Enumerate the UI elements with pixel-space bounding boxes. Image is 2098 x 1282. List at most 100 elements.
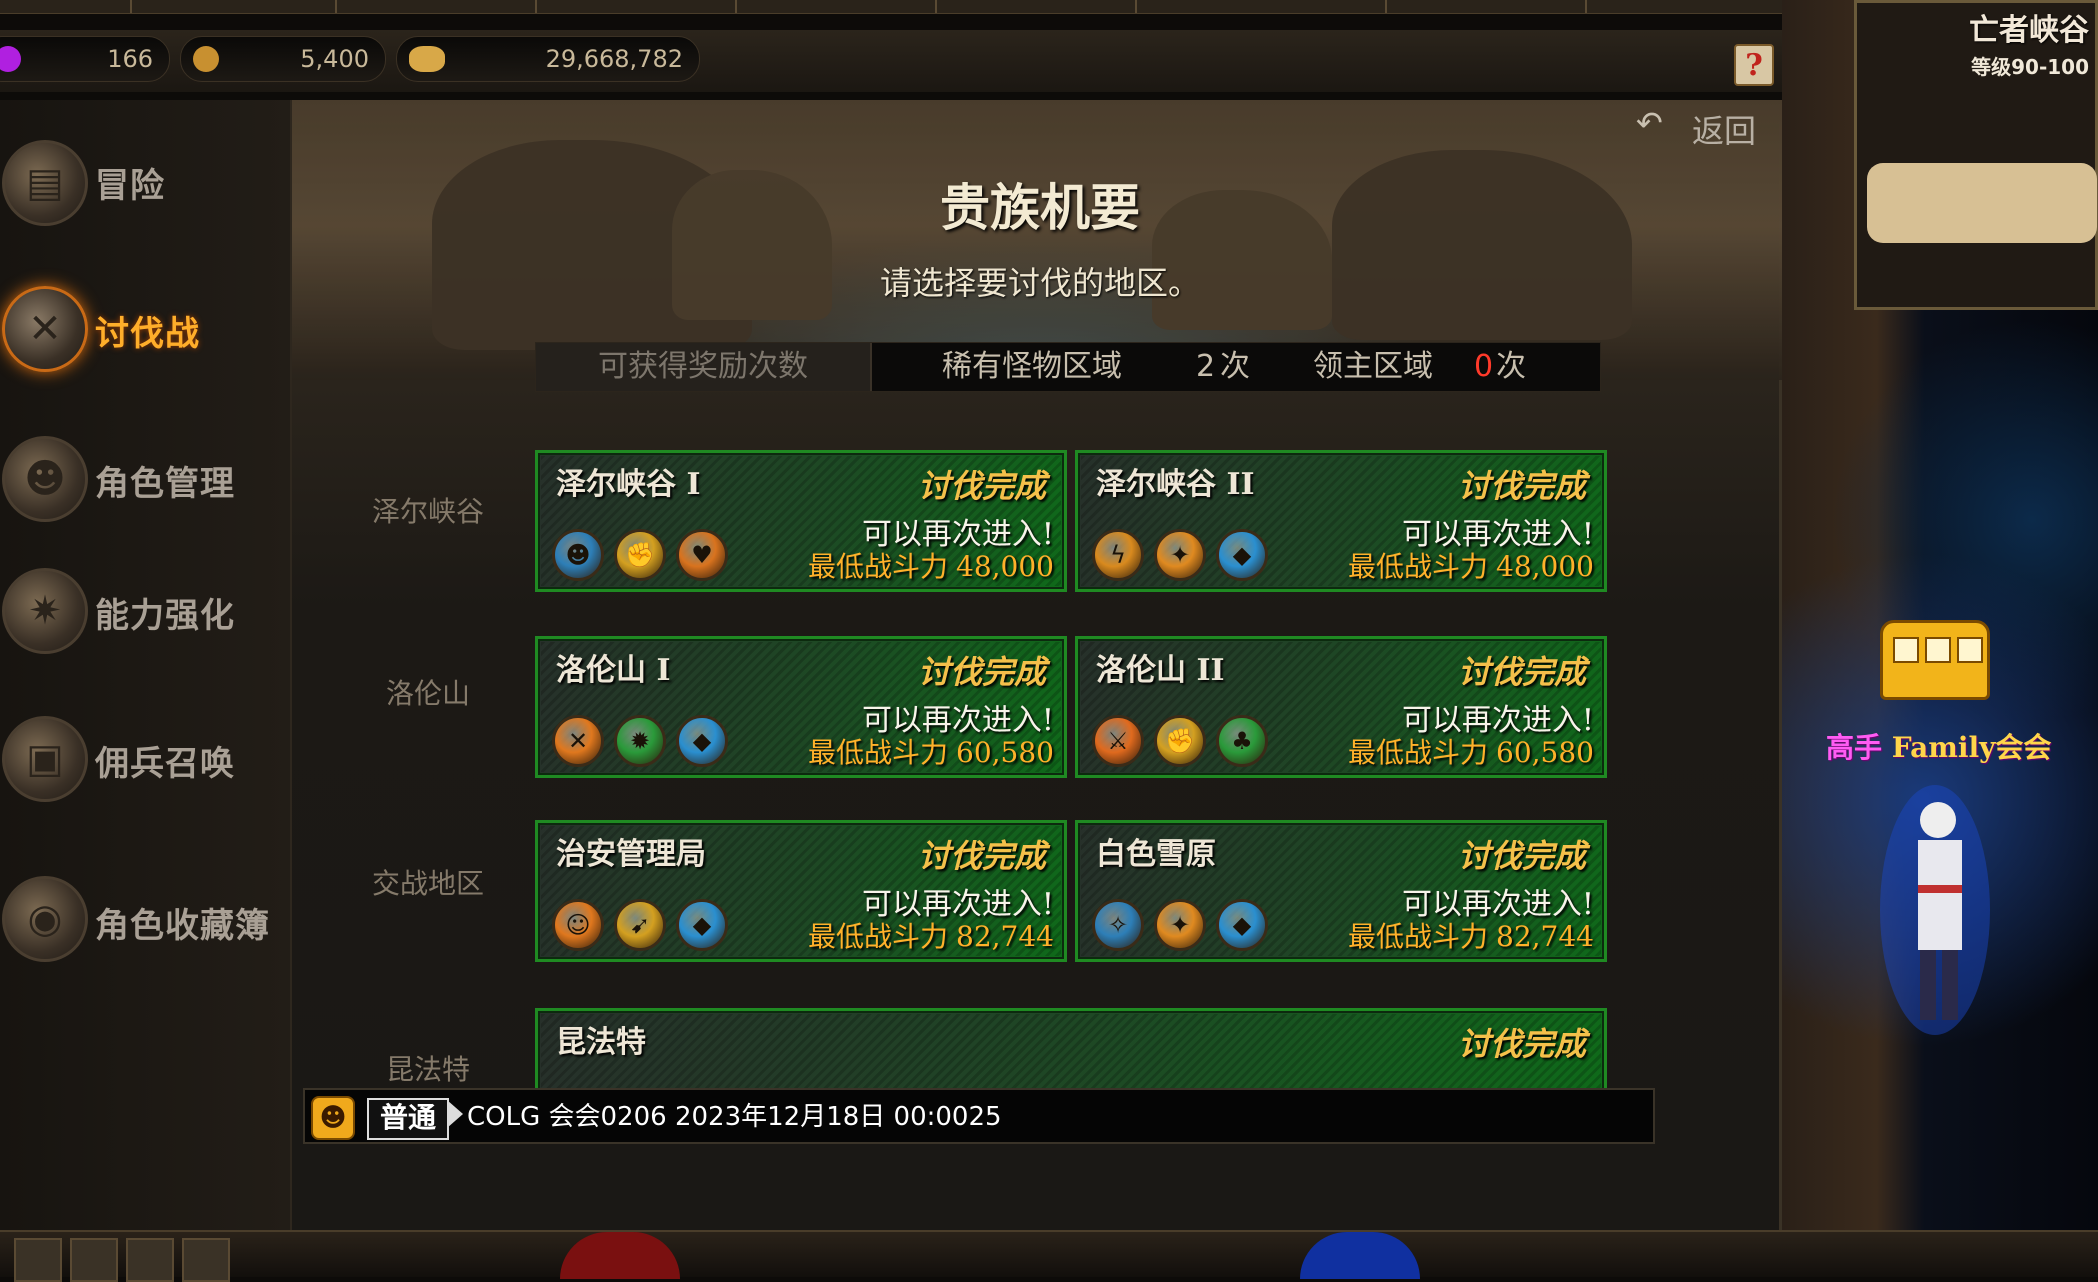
min-power-label: 最低战斗力: [1348, 550, 1489, 583]
back-label: 返回: [1692, 112, 1757, 150]
purple-currency-value: 166: [107, 45, 153, 73]
dungeon-card[interactable]: 洛伦山 I 讨伐完成 可以再次进入! 最低战斗力 60,580 ✕ ✹ ◆: [535, 636, 1067, 778]
card-name: 泽尔峡谷 I: [556, 467, 701, 502]
bus-pet-icon: [1880, 620, 1990, 700]
sidebar-item-collection[interactable]: ◉ 角色收藏簿: [0, 858, 290, 978]
monster-type-icons: ✕ ✹ ◆: [552, 715, 738, 767]
player-name: Family会会: [1891, 731, 2052, 764]
rare-monster-count: 2: [1196, 349, 1216, 384]
sidebar-item-label: 角色收藏簿: [95, 906, 270, 946]
blue-fish-icon[interactable]: ✧: [1092, 899, 1144, 951]
card-status: 讨伐完成: [917, 653, 1046, 691]
card-min-power: 最低战斗力 82,744: [1348, 915, 1594, 955]
hotbar-slot[interactable]: [70, 1238, 118, 1282]
region-label: 昆法特: [385, 1053, 470, 1086]
orange-face-icon[interactable]: ☺: [552, 899, 604, 951]
character-face-icon: ☻: [2, 436, 88, 522]
player-title: 高手: [1826, 731, 1883, 764]
emote-face-icon[interactable]: ☻: [311, 1096, 355, 1140]
sidebar-item-label: 冒险: [95, 166, 165, 206]
dungeon-card[interactable]: 白色雪原 讨伐完成 可以再次进入! 最低战斗力 82,744 ✧ ✦ ◆: [1075, 820, 1607, 962]
hotbar-slot[interactable]: [182, 1238, 230, 1282]
channel-arrow-icon: [447, 1100, 463, 1128]
min-power-label: 最低战斗力: [1348, 920, 1489, 953]
blue-diamond-icon[interactable]: ◆: [676, 715, 728, 767]
sidebar-item-mercenary[interactable]: ▣ 佣兵召唤: [0, 698, 290, 818]
orange-racket-icon[interactable]: ✦: [1154, 529, 1206, 581]
gold-fist-icon[interactable]: ✊: [614, 529, 666, 581]
region-label: 泽尔峡谷: [371, 495, 484, 528]
blue-mask-icon[interactable]: ☻: [552, 529, 604, 581]
lord-area-count: 0: [1474, 349, 1494, 384]
min-power-value: 82,744: [1496, 920, 1594, 953]
sidebar-item-adventure[interactable]: ▤ 冒险: [0, 120, 290, 240]
orange-racket-icon[interactable]: ✦: [1154, 899, 1206, 951]
page-subtitle: 请选择要讨伐的地区。: [879, 264, 1200, 302]
hotbar-slot[interactable]: [14, 1238, 62, 1282]
green-gear-icon[interactable]: ✹: [614, 715, 666, 767]
return-arrow-icon: ↶: [1636, 104, 1663, 142]
card-name: 昆法特: [556, 1025, 646, 1060]
treasure-chest-icon: ▣: [2, 716, 88, 802]
gold-coin-icon: [193, 46, 219, 72]
sidebar-item-label: 能力强化: [95, 596, 235, 636]
card-min-power: 最低战斗力 48,000: [808, 545, 1054, 585]
blue-diamond-icon[interactable]: ◆: [1216, 899, 1268, 951]
help-book-icon[interactable]: ?: [1734, 44, 1774, 86]
monster-type-icons: ϟ ✦ ◆: [1092, 529, 1278, 581]
card-scene-art: [541, 1014, 1601, 1090]
coin-currency-value: 29,668,782: [545, 45, 683, 73]
back-button[interactable]: ↶ 返回: [1636, 104, 1756, 150]
blue-diamond-icon[interactable]: ◆: [676, 899, 728, 951]
chat-channel-selector[interactable]: 普通: [367, 1098, 449, 1140]
crossed-swords-icon[interactable]: ✕: [552, 715, 604, 767]
orange-heart-icon[interactable]: ♥: [676, 529, 728, 581]
currency-bar: 166 5,400 29,668,782: [0, 30, 1800, 92]
gold-claw-icon[interactable]: ϟ: [1092, 529, 1144, 581]
blue-diamond-icon[interactable]: ◆: [1216, 529, 1268, 581]
map-scroll-icon: [1867, 163, 2097, 243]
burst-icon: ✷: [2, 568, 88, 654]
minimap[interactable]: 亡者峡谷 等级90-100: [1854, 0, 2098, 310]
sidebar-item-character-management[interactable]: ☻ 角色管理: [0, 418, 290, 538]
min-power-value: 48,000: [956, 550, 1054, 583]
hotbar-slot[interactable]: [126, 1238, 174, 1282]
minimap-title: 亡者峡谷: [1969, 13, 2089, 48]
card-status: 讨伐完成: [917, 467, 1046, 505]
sword-slash-icon[interactable]: ⚔: [1092, 715, 1144, 767]
reward-count-bar: 可获得奖励次数 稀有怪物区域 2 次 领主区域 0 次: [535, 342, 1601, 392]
dungeon-card[interactable]: 治安管理局 讨伐完成 可以再次进入! 最低战斗力 82,744 ☺ ➹ ◆: [535, 820, 1067, 962]
dungeon-card[interactable]: 昆法特 讨伐完成: [535, 1008, 1607, 1093]
dungeon-card[interactable]: 泽尔峡谷 I 讨伐完成 可以再次进入! 最低战斗力 48,000 ☻ ✊ ♥: [535, 450, 1067, 592]
card-name: 泽尔峡谷 II: [1096, 467, 1255, 502]
min-power-label: 最低战斗力: [808, 736, 949, 769]
min-power-label: 最低战斗力: [808, 550, 949, 583]
gold-boot-icon[interactable]: ➹: [614, 899, 666, 951]
rare-monster-label: 稀有怪物区域: [942, 349, 1122, 384]
dungeon-card[interactable]: 泽尔峡谷 II 讨伐完成 可以再次进入! 最低战斗力 48,000 ϟ ✦ ◆: [1075, 450, 1607, 592]
reward-count-label: 可获得奖励次数: [536, 343, 872, 391]
sidebar-item-enhancement[interactable]: ✷ 能力强化: [0, 550, 290, 670]
card-name: 白色雪原: [1096, 837, 1216, 872]
player-nameplate: 高手 Family会会: [1826, 726, 2051, 766]
min-power-value: 60,580: [1496, 736, 1594, 769]
map-icon: ▤: [2, 140, 88, 226]
card-name: 洛伦山 II: [1096, 653, 1225, 688]
chat-input-text[interactable]: COLG 会会0206 2023年12月18日 00:0025: [467, 1098, 1002, 1136]
sidebar-item-raid[interactable]: ✕ 讨伐战: [0, 268, 290, 388]
min-power-label: 最低战斗力: [808, 920, 949, 953]
sidebar-item-label: 佣兵召唤: [95, 744, 235, 784]
purple-gem-icon: [0, 46, 21, 72]
gold-fist-icon[interactable]: ✊: [1154, 715, 1206, 767]
crossed-swords-icon: ✕: [2, 286, 88, 372]
monster-type-icons: ✧ ✦ ◆: [1092, 899, 1278, 951]
album-icon: ◉: [2, 876, 88, 962]
card-min-power: 最低战斗力 60,580: [1348, 731, 1594, 771]
dungeon-card[interactable]: 洛伦山 II 讨伐完成 可以再次进入! 最低战斗力 60,580 ⚔ ✊ ♣: [1075, 636, 1607, 778]
card-status: 讨伐完成: [1457, 837, 1586, 875]
chat-input-bar[interactable]: ☻ 普通 COLG 会会0206 2023年12月18日 00:0025: [303, 1088, 1655, 1144]
green-club-icon[interactable]: ♣: [1216, 715, 1268, 767]
card-name: 洛伦山 I: [556, 653, 671, 688]
card-status: 讨伐完成: [1457, 653, 1586, 691]
min-power-value: 82,744: [956, 920, 1054, 953]
